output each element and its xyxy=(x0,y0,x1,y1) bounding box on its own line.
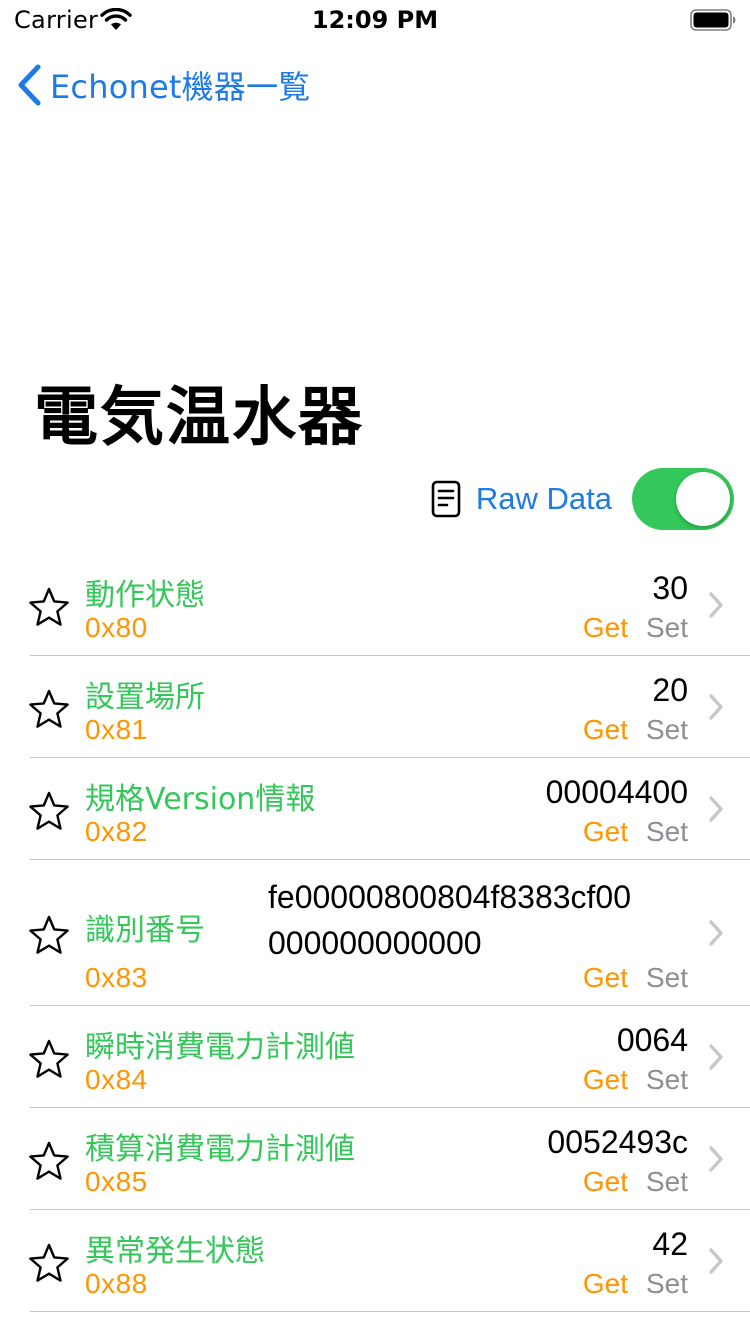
property-value: 00004400 xyxy=(545,774,688,810)
status-bar: Carrier 12:09 PM xyxy=(0,0,750,40)
chevron-right-icon xyxy=(709,1248,723,1274)
property-name: 設置場所 xyxy=(85,680,205,715)
chevron-right-icon xyxy=(709,796,723,822)
property-name: 異常発生状態 xyxy=(85,1234,265,1269)
property-code: 0x82 xyxy=(85,816,148,847)
star-icon[interactable] xyxy=(28,688,70,730)
star-icon[interactable] xyxy=(28,1242,70,1284)
chevron-right-icon xyxy=(709,920,723,946)
chevron-right-icon xyxy=(709,592,723,618)
get-button[interactable]: Get xyxy=(583,1268,628,1300)
raw-data-row: Raw Data xyxy=(430,466,734,532)
property-value: fe00000800804f8383cf00 000000000000 xyxy=(268,874,690,966)
get-button[interactable]: Get xyxy=(583,612,628,644)
property-code: 0x84 xyxy=(85,1064,148,1095)
property-code: 0x88 xyxy=(85,1268,148,1299)
get-button[interactable]: Get xyxy=(583,962,628,994)
get-button[interactable]: Get xyxy=(583,714,628,746)
property-name: 積算消費電力計測値 xyxy=(85,1132,355,1167)
property-value: 42 xyxy=(652,1226,688,1262)
set-button[interactable]: Set xyxy=(646,1268,688,1300)
property-value-line: fe00000800804f8383cf00 xyxy=(268,879,632,915)
clock: 12:09 PM xyxy=(311,6,439,34)
set-button[interactable]: Set xyxy=(646,816,688,848)
back-button[interactable]: Echonet機器一覧 xyxy=(14,60,310,110)
property-value-line: 000000000000 xyxy=(268,925,482,961)
get-button[interactable]: Get xyxy=(583,816,628,848)
chevron-right-icon xyxy=(709,1146,723,1172)
star-icon[interactable] xyxy=(28,914,70,956)
property-value: 30 xyxy=(652,570,688,606)
property-value: 0064 xyxy=(616,1022,688,1058)
property-code: 0x85 xyxy=(85,1166,148,1197)
property-name: 瞬時消費電力計測値 xyxy=(85,1030,355,1065)
star-icon[interactable] xyxy=(28,1140,70,1182)
property-name: 動作状態 xyxy=(85,578,205,613)
back-label: Echonet機器一覧 xyxy=(50,68,311,106)
property-value: 20 xyxy=(652,672,688,708)
star-icon[interactable] xyxy=(28,1038,70,1080)
property-value: 0052493c xyxy=(547,1124,688,1160)
set-button[interactable]: Set xyxy=(646,962,688,994)
chevron-right-icon xyxy=(709,1044,723,1070)
set-button[interactable]: Set xyxy=(646,1166,688,1198)
back-chevron-icon xyxy=(18,64,41,106)
get-button[interactable]: Get xyxy=(583,1064,628,1096)
chevron-right-icon xyxy=(709,694,723,720)
property-name: 識別番号 xyxy=(85,913,205,948)
property-row[interactable]: 異常発生状態 0x88 42 Get Set xyxy=(0,1210,750,1312)
raw-data-label: Raw Data xyxy=(475,481,612,516)
property-name: 規格Version情報 xyxy=(85,782,316,817)
toggle-knob xyxy=(676,472,730,526)
property-list: 動作状態 0x80 30 Get Set 設置場所 0x81 20 Get Se… xyxy=(0,554,750,1312)
page-title: 電気温水器 xyxy=(34,381,364,455)
property-code: 0x81 xyxy=(85,714,148,745)
property-row[interactable]: 設置場所 0x81 20 Get Set xyxy=(0,656,750,758)
set-button[interactable]: Set xyxy=(646,1064,688,1096)
property-code: 0x83 xyxy=(85,962,148,993)
property-row[interactable]: 瞬時消費電力計測値 0x84 0064 Get Set xyxy=(0,1006,750,1108)
property-row[interactable]: 規格Version情報 0x82 00004400 Get Set xyxy=(0,758,750,860)
set-button[interactable]: Set xyxy=(646,714,688,746)
raw-data-toggle[interactable] xyxy=(632,468,734,530)
get-button[interactable]: Get xyxy=(583,1166,628,1198)
property-code: 0x80 xyxy=(85,612,148,643)
property-row[interactable]: 識別番号 0x83 fe00000800804f8383cf00 0000000… xyxy=(0,860,750,1006)
battery-icon xyxy=(690,9,736,31)
star-icon[interactable] xyxy=(28,790,70,832)
screen: Carrier 12:09 PM Echonet機器一覧 電気温水器 Raw D… xyxy=(0,0,750,1334)
property-row[interactable]: 積算消費電力計測値 0x85 0052493c Get Set xyxy=(0,1108,750,1210)
set-button[interactable]: Set xyxy=(646,612,688,644)
star-icon[interactable] xyxy=(28,586,70,628)
document-icon xyxy=(431,480,461,518)
property-row[interactable]: 動作状態 0x80 30 Get Set xyxy=(0,554,750,656)
